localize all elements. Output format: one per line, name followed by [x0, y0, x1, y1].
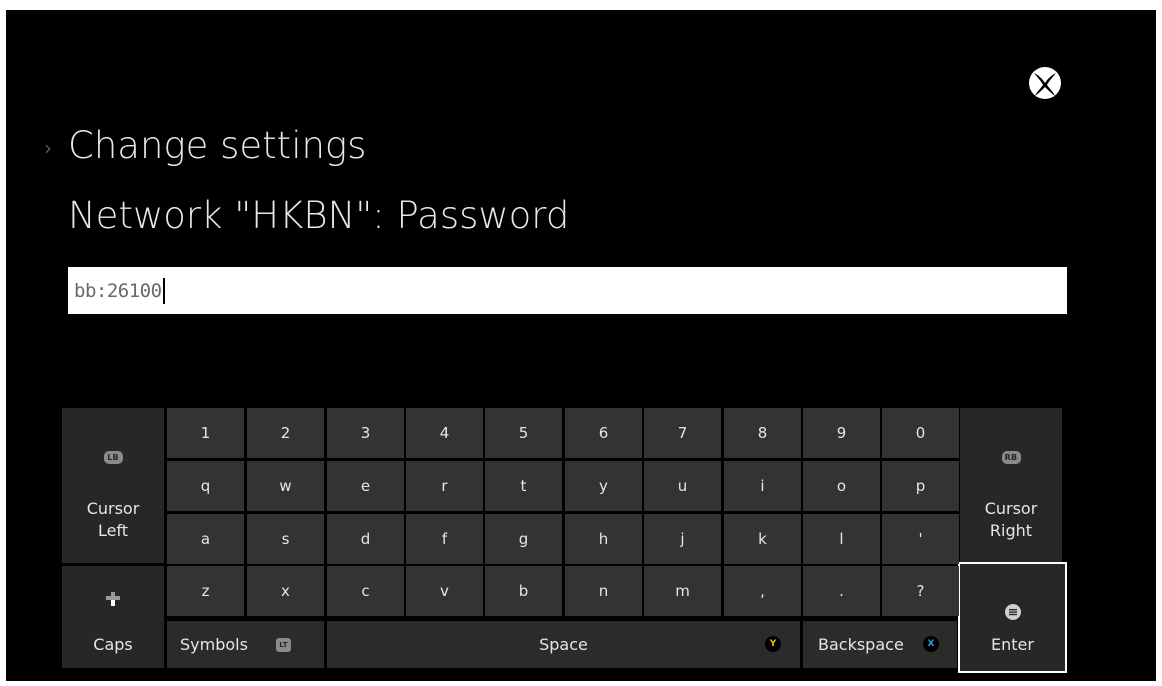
- key[interactable]: m: [644, 566, 721, 616]
- key[interactable]: 1: [167, 408, 244, 458]
- text-cursor: [162, 277, 165, 304]
- key[interactable]: r: [406, 461, 483, 511]
- key[interactable]: 8: [724, 408, 801, 458]
- key[interactable]: t: [485, 461, 562, 511]
- symbols-key[interactable]: Symbols LT: [167, 621, 324, 668]
- key[interactable]: j: [644, 514, 721, 564]
- key[interactable]: x: [247, 566, 324, 616]
- caps-key[interactable]: Caps: [62, 566, 164, 668]
- backspace-key[interactable]: Backspace X: [803, 621, 957, 668]
- key[interactable]: h: [565, 514, 642, 564]
- dpad-down-icon: [106, 592, 120, 606]
- key[interactable]: .: [803, 566, 880, 616]
- key[interactable]: o: [803, 461, 880, 511]
- breadcrumb-chevron-icon: ›: [44, 136, 52, 160]
- password-value: bb:26100: [74, 279, 162, 302]
- key[interactable]: ?: [882, 566, 959, 616]
- key[interactable]: i: [724, 461, 801, 511]
- key[interactable]: 2: [247, 408, 324, 458]
- key[interactable]: 6: [565, 408, 642, 458]
- cursor-right-key[interactable]: RB Cursor Right: [960, 408, 1062, 563]
- space-key[interactable]: Space Y: [327, 621, 800, 668]
- xbox-logo-icon: [1029, 67, 1061, 99]
- cursor-left-label-line1: Cursor: [86, 499, 140, 518]
- lb-bumper-icon: LB: [103, 451, 123, 464]
- key[interactable]: 0: [882, 408, 959, 458]
- backspace-label: Backspace: [818, 635, 904, 654]
- key[interactable]: p: [882, 461, 959, 511]
- key[interactable]: f: [406, 514, 483, 564]
- key[interactable]: a: [167, 514, 244, 564]
- enter-label: Enter: [991, 635, 1034, 654]
- page-title: Change settings: [68, 124, 367, 167]
- y-button-icon: Y: [765, 636, 781, 652]
- key[interactable]: 7: [644, 408, 721, 458]
- key[interactable]: ': [882, 514, 959, 564]
- space-label: Space: [539, 635, 588, 654]
- cursor-right-label-line2: Right: [989, 521, 1033, 540]
- key[interactable]: n: [565, 566, 642, 616]
- key[interactable]: 5: [485, 408, 562, 458]
- key[interactable]: g: [485, 514, 562, 564]
- rb-bumper-icon: RB: [1001, 451, 1021, 464]
- key[interactable]: ,: [724, 566, 801, 616]
- key[interactable]: l: [803, 514, 880, 564]
- password-input[interactable]: bb:26100: [68, 267, 1067, 314]
- key[interactable]: c: [327, 566, 404, 616]
- x-button-icon: X: [923, 636, 939, 652]
- key[interactable]: 3: [327, 408, 404, 458]
- page-subtitle: Network "HKBN": Password: [68, 194, 570, 237]
- key[interactable]: d: [327, 514, 404, 564]
- enter-key[interactable]: Enter: [958, 562, 1067, 673]
- key[interactable]: u: [644, 461, 721, 511]
- key[interactable]: z: [167, 566, 244, 616]
- caps-label: Caps: [93, 635, 133, 654]
- cursor-left-label-line2: Left: [97, 521, 129, 540]
- key[interactable]: s: [247, 514, 324, 564]
- cursor-right-label-line1: Cursor: [984, 499, 1038, 518]
- key[interactable]: b: [485, 566, 562, 616]
- lt-trigger-icon: LT: [275, 637, 291, 652]
- key[interactable]: w: [247, 461, 324, 511]
- key[interactable]: y: [565, 461, 642, 511]
- key[interactable]: v: [406, 566, 483, 616]
- key[interactable]: q: [167, 461, 244, 511]
- menu-button-icon: [1004, 604, 1021, 620]
- key[interactable]: e: [327, 461, 404, 511]
- cursor-left-key[interactable]: LB Cursor Left: [62, 408, 164, 563]
- symbols-label: Symbols: [180, 635, 248, 654]
- key[interactable]: 4: [406, 408, 483, 458]
- key[interactable]: k: [724, 514, 801, 564]
- key[interactable]: 9: [803, 408, 880, 458]
- screen: › Change settings Network "HKBN": Passwo…: [6, 10, 1156, 681]
